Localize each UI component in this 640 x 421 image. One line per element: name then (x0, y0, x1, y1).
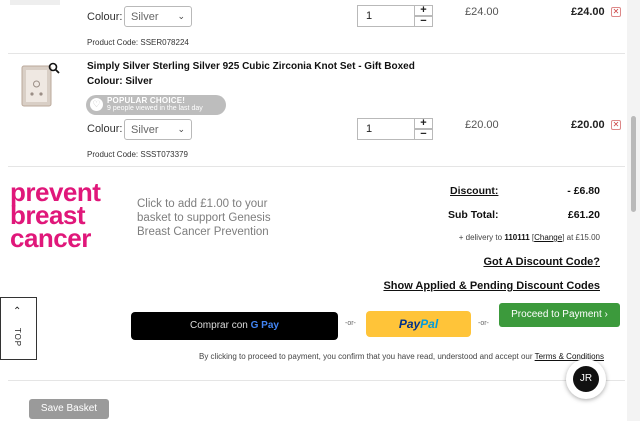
item-1-total-price: £24.00 (571, 6, 605, 18)
jr-logo: JR (573, 366, 599, 392)
popular-views-text: 9 people viewed in the last day (107, 105, 203, 112)
subtotal-label: Sub Total: (448, 209, 499, 221)
item-1-thumbnail[interactable] (10, 0, 60, 5)
google-pay-button[interactable]: Comprar con G Pay (131, 312, 338, 340)
section-divider (8, 380, 625, 381)
item-1-colour-select[interactable]: Silver ⌄ (124, 6, 192, 27)
paypal-logo-pay: Pay (398, 317, 421, 331)
scrollbar-thumb[interactable] (631, 116, 636, 212)
item-2-colour-label: Colour: (87, 123, 123, 135)
paypal-button[interactable]: PayPal (366, 311, 471, 337)
or-separator: -or- (478, 320, 489, 327)
chevron-up-icon: ⌃ (13, 306, 22, 317)
discount-value: - £6.80 (567, 185, 600, 197)
chevron-down-icon: ⌄ (177, 124, 185, 134)
save-basket-button[interactable]: Save Basket (29, 399, 109, 419)
item-2-colour-value: Silver (131, 124, 159, 136)
popular-choice-label: POPULAR CHOICE! (107, 96, 186, 105)
paypal-logo-pal: Pal (420, 317, 439, 331)
logo-line-3: cancer (10, 223, 91, 253)
delivery-postcode: 110111 (504, 233, 530, 242)
item-1-colour-label: Colour: (87, 11, 123, 23)
subtotal-value: £61.20 (567, 209, 600, 221)
item-1-product-code: Product Code: SSER078224 (87, 38, 189, 47)
applied-codes-link[interactable]: Show Applied & Pending Discount Codes (383, 280, 600, 292)
item-1-decrease-button[interactable]: − (415, 16, 433, 27)
back-to-top-button[interactable]: ⌃ TOP (0, 297, 37, 360)
delivery-change-link[interactable]: Change (534, 233, 562, 242)
delivery-info: + delivery to 110111 [Change] at £15.00 (458, 233, 600, 242)
item-divider (8, 53, 625, 54)
item-1-remove-icon[interactable]: ✕ (611, 7, 621, 17)
delivery-suffix: at £15.00 (566, 233, 600, 242)
consent-text: By clicking to proceed to payment, you c… (199, 352, 604, 361)
zoom-icon[interactable] (48, 61, 60, 74)
item-1-unit-price: £24.00 (465, 6, 499, 18)
gpay-brand: G Pay (250, 320, 279, 331)
item-1-colour-value: Silver (131, 11, 159, 23)
item-2-colour-select[interactable]: Silver ⌄ (124, 119, 192, 140)
gpay-text: Comprar con (190, 320, 248, 331)
consent-body: By clicking to proceed to payment, you c… (199, 352, 533, 361)
delivery-prefix: + delivery to (458, 233, 503, 242)
item-2-remove-icon[interactable]: ✕ (611, 120, 621, 130)
item-2-total-price: £20.00 (571, 119, 605, 131)
item-divider (8, 166, 625, 167)
item-2-product-code: Product Code: SSST073379 (87, 150, 188, 159)
item-2-colour-heading: Colour: Silver (87, 76, 153, 87)
discount-label: Discount: (450, 185, 499, 197)
item-2-unit-price: £20.00 (465, 119, 499, 131)
discount-code-link[interactable]: Got A Discount Code? (483, 256, 600, 268)
donation-promo-text[interactable]: Click to add £1.00 to your basket to sup… (137, 197, 287, 239)
item-2-decrease-button[interactable]: − (415, 129, 433, 140)
item-2-quantity-input[interactable]: 1 (357, 118, 415, 140)
proceed-to-payment-button[interactable]: Proceed to Payment › (499, 303, 620, 327)
prevent-breast-cancer-logo[interactable]: prevent breast cancer (10, 179, 128, 253)
heart-icon: ♡ (90, 98, 103, 111)
or-separator: -or- (345, 320, 356, 327)
popular-choice-badge: ♡ POPULAR CHOICE! 9 people viewed in the… (86, 95, 226, 115)
to-top-label: TOP (13, 327, 23, 348)
chevron-down-icon: ⌄ (177, 11, 185, 21)
item-1-quantity-input[interactable]: 1 (357, 5, 415, 27)
item-2-title[interactable]: Simply Silver Sterling Silver 925 Cubic … (87, 61, 415, 72)
jr-chat-widget[interactable]: JR (566, 359, 606, 399)
